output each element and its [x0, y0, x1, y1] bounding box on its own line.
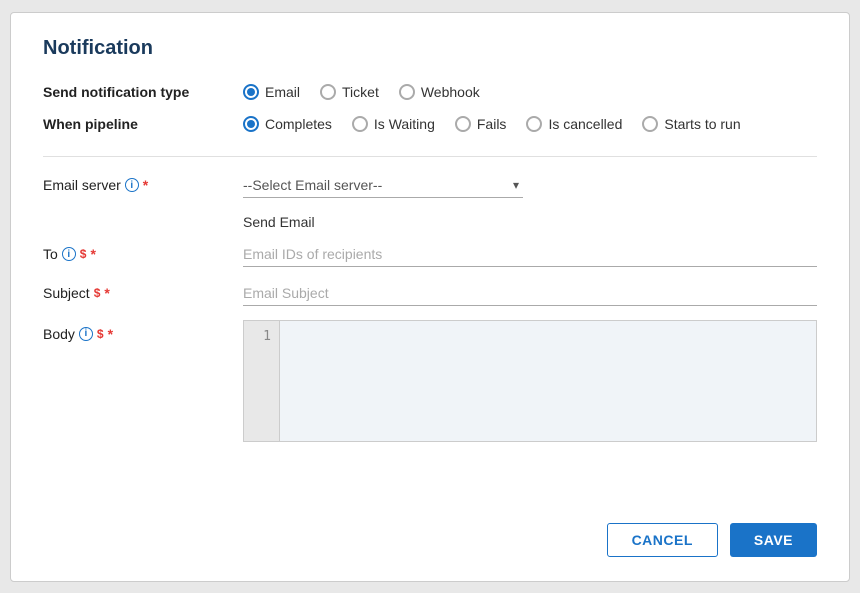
body-info-icon[interactable]: i [79, 327, 93, 341]
radio-circle-fails [455, 116, 471, 132]
email-server-info-icon[interactable]: i [125, 178, 139, 192]
to-required: * [90, 246, 95, 262]
email-server-row: Email server i * --Select Email server--… [43, 173, 817, 198]
cancel-button[interactable]: CANCEL [607, 523, 718, 557]
radio-is-waiting-label: Is Waiting [374, 116, 435, 132]
radio-circle-email [243, 84, 259, 100]
radio-fails-label: Fails [477, 116, 507, 132]
radio-fails[interactable]: Fails [455, 116, 507, 132]
subject-dollar-icon: $ [94, 286, 101, 300]
notification-type-label: Send notification type [43, 84, 243, 100]
radio-email-label: Email [265, 84, 300, 100]
when-pipeline-label: When pipeline [43, 116, 243, 132]
radio-starts-to-run[interactable]: Starts to run [642, 116, 740, 132]
notification-dialog: Notification Send notification type Emai… [10, 12, 850, 582]
radio-is-waiting[interactable]: Is Waiting [352, 116, 435, 132]
radio-completes[interactable]: Completes [243, 116, 332, 132]
radio-starts-to-run-label: Starts to run [664, 116, 740, 132]
radio-circle-starts-to-run [642, 116, 658, 132]
subject-input[interactable] [243, 281, 817, 306]
radio-is-cancelled[interactable]: Is cancelled [526, 116, 622, 132]
dialog-title: Notification [43, 37, 817, 60]
email-server-label: Email server i * [43, 177, 243, 193]
body-dollar-icon: $ [97, 327, 104, 341]
radio-email[interactable]: Email [243, 84, 300, 100]
radio-webhook[interactable]: Webhook [399, 84, 480, 100]
section-divider [43, 156, 817, 157]
email-server-select-wrapper: --Select Email server-- ▾ [243, 173, 523, 198]
line-numbers: 1 [244, 321, 280, 441]
email-server-select[interactable]: --Select Email server-- [243, 173, 523, 198]
save-button[interactable]: SAVE [730, 523, 817, 557]
radio-circle-completes [243, 116, 259, 132]
dialog-footer: CANCEL SAVE [43, 499, 817, 557]
body-row: Body i $ * 1 [43, 320, 817, 442]
notification-type-row: Send notification type Email Ticket Webh… [43, 84, 817, 100]
when-pipeline-options: Completes Is Waiting Fails Is cancelled … [243, 116, 741, 132]
body-label: Body i $ * [43, 320, 243, 342]
subject-label: Subject $ * [43, 285, 243, 301]
body-code-editor: 1 [243, 320, 817, 442]
to-dollar-icon: $ [80, 247, 87, 261]
to-label: To i $ * [43, 246, 243, 262]
subject-row: Subject $ * [43, 281, 817, 306]
radio-circle-is-cancelled [526, 116, 542, 132]
send-email-label: Send Email [43, 214, 817, 230]
when-pipeline-row: When pipeline Completes Is Waiting Fails… [43, 116, 817, 132]
radio-completes-label: Completes [265, 116, 332, 132]
body-required: * [108, 326, 113, 342]
radio-ticket[interactable]: Ticket [320, 84, 379, 100]
radio-circle-ticket [320, 84, 336, 100]
to-input[interactable] [243, 242, 817, 267]
radio-ticket-label: Ticket [342, 84, 379, 100]
radio-circle-webhook [399, 84, 415, 100]
to-row: To i $ * [43, 242, 817, 267]
subject-required: * [104, 285, 109, 301]
email-server-required: * [143, 177, 148, 193]
body-textarea[interactable] [280, 321, 816, 441]
radio-circle-is-waiting [352, 116, 368, 132]
radio-webhook-label: Webhook [421, 84, 480, 100]
notification-type-options: Email Ticket Webhook [243, 84, 480, 100]
to-info-icon[interactable]: i [62, 247, 76, 261]
radio-is-cancelled-label: Is cancelled [548, 116, 622, 132]
